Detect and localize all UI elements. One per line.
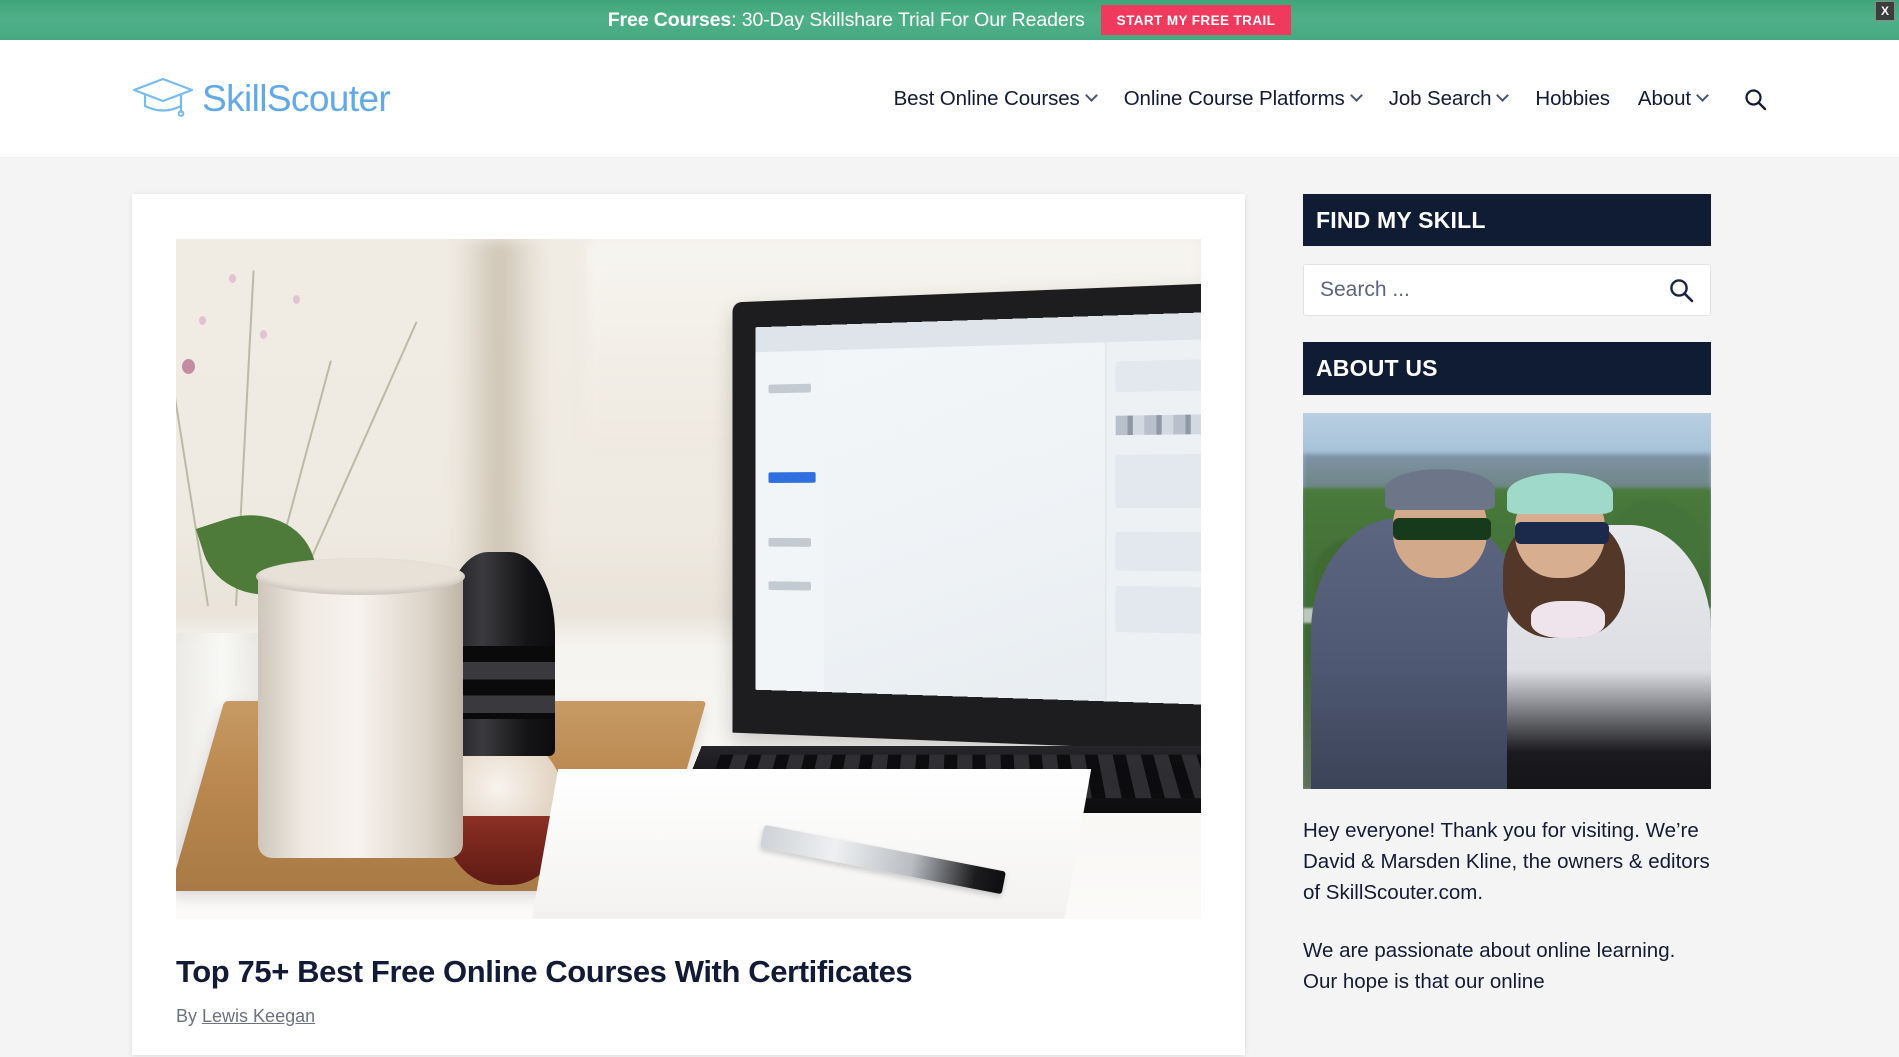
sunglasses-right: [1515, 521, 1609, 545]
chevron-down-icon: [1349, 89, 1363, 102]
nav-label: About: [1637, 86, 1691, 110]
nav-item-hobbies[interactable]: Hobbies: [1535, 87, 1610, 111]
chevron-down-icon: [1696, 89, 1709, 102]
promo-message: Free Courses: 30-Day Skillshare Trial Fo…: [608, 9, 1085, 32]
nav-item-about[interactable]: About: [1637, 86, 1709, 111]
promo-banner: Free Courses: 30-Day Skillshare Trial Fo…: [0, 0, 1899, 40]
sidebar: FIND MY SKILL ABOUT US: [1303, 194, 1711, 1023]
cap-left: [1384, 469, 1495, 511]
nav-label: Job Search: [1388, 86, 1492, 110]
about-paragraph: We are passionate about online learning.…: [1303, 938, 1676, 994]
cap-right: [1507, 472, 1614, 515]
laptop: [675, 283, 1201, 813]
about-us-photo: [1303, 412, 1711, 789]
sunglasses-left: [1392, 517, 1491, 541]
site-header: SkillScouter Best Online Courses Online …: [0, 40, 1899, 158]
close-icon[interactable]: X: [1875, 1, 1895, 21]
find-my-skill-widget: FIND MY SKILL: [1303, 194, 1711, 317]
brand-name: SkillScouter: [202, 78, 391, 119]
nav-item-online-course-platforms[interactable]: Online Course Platforms: [1123, 86, 1363, 111]
article-card: Top 75+ Best Free Online Courses With Ce…: [132, 194, 1245, 1055]
nav-item-best-online-courses[interactable]: Best Online Courses: [893, 86, 1098, 111]
page-body: Top 75+ Best Free Online Courses With Ce…: [0, 158, 1899, 1055]
start-free-trial-button[interactable]: START MY FREE TRAIL: [1100, 4, 1292, 36]
main-content: Top 75+ Best Free Online Courses With Ce…: [132, 194, 1245, 1055]
nav-label: Hobbies: [1535, 86, 1610, 110]
site-logo[interactable]: SkillScouter: [132, 75, 391, 122]
nav-label: Online Course Platforms: [1123, 86, 1345, 110]
nav-item-job-search[interactable]: Job Search: [1388, 86, 1510, 111]
graduation-cap-icon: [132, 75, 194, 122]
article-title[interactable]: Top 75+ Best Free Online Courses With Ce…: [176, 953, 1201, 992]
author-link[interactable]: Lewis Keegan: [202, 1006, 315, 1026]
about-us-text: Hey everyone! Thank you for visiting. We…: [1303, 815, 1711, 998]
main-navigation: Best Online Courses Online Course Platfo…: [894, 87, 1767, 111]
byline-prefix: By: [176, 1005, 198, 1026]
nav-label: Best Online Courses: [893, 86, 1080, 110]
chevron-down-icon: [1496, 89, 1510, 102]
chevron-down-icon: [1084, 89, 1098, 102]
about-us-widget: ABOUT US Hey everyone! Thank you for vis…: [1303, 342, 1711, 997]
header-search-icon[interactable]: [1743, 87, 1767, 111]
ceramic-mug: [255, 557, 466, 858]
search-input[interactable]: [1320, 278, 1668, 303]
laptop-screen: [756, 312, 1201, 706]
find-my-skill-heading: FIND MY SKILL: [1303, 194, 1711, 247]
sidebar-search-box[interactable]: [1303, 264, 1711, 317]
article-thumbnail[interactable]: [176, 239, 1201, 919]
promo-rest: : 30-Day Skillshare Trial For Our Reader…: [731, 8, 1085, 31]
about-paragraph: Hey everyone! Thank you for visiting. We…: [1303, 818, 1710, 905]
search-submit-button[interactable]: [1668, 277, 1694, 303]
about-us-heading: ABOUT US: [1303, 342, 1711, 395]
article-byline: By Lewis Keegan: [176, 1006, 1201, 1027]
promo-lead: Free Courses: [607, 8, 732, 31]
